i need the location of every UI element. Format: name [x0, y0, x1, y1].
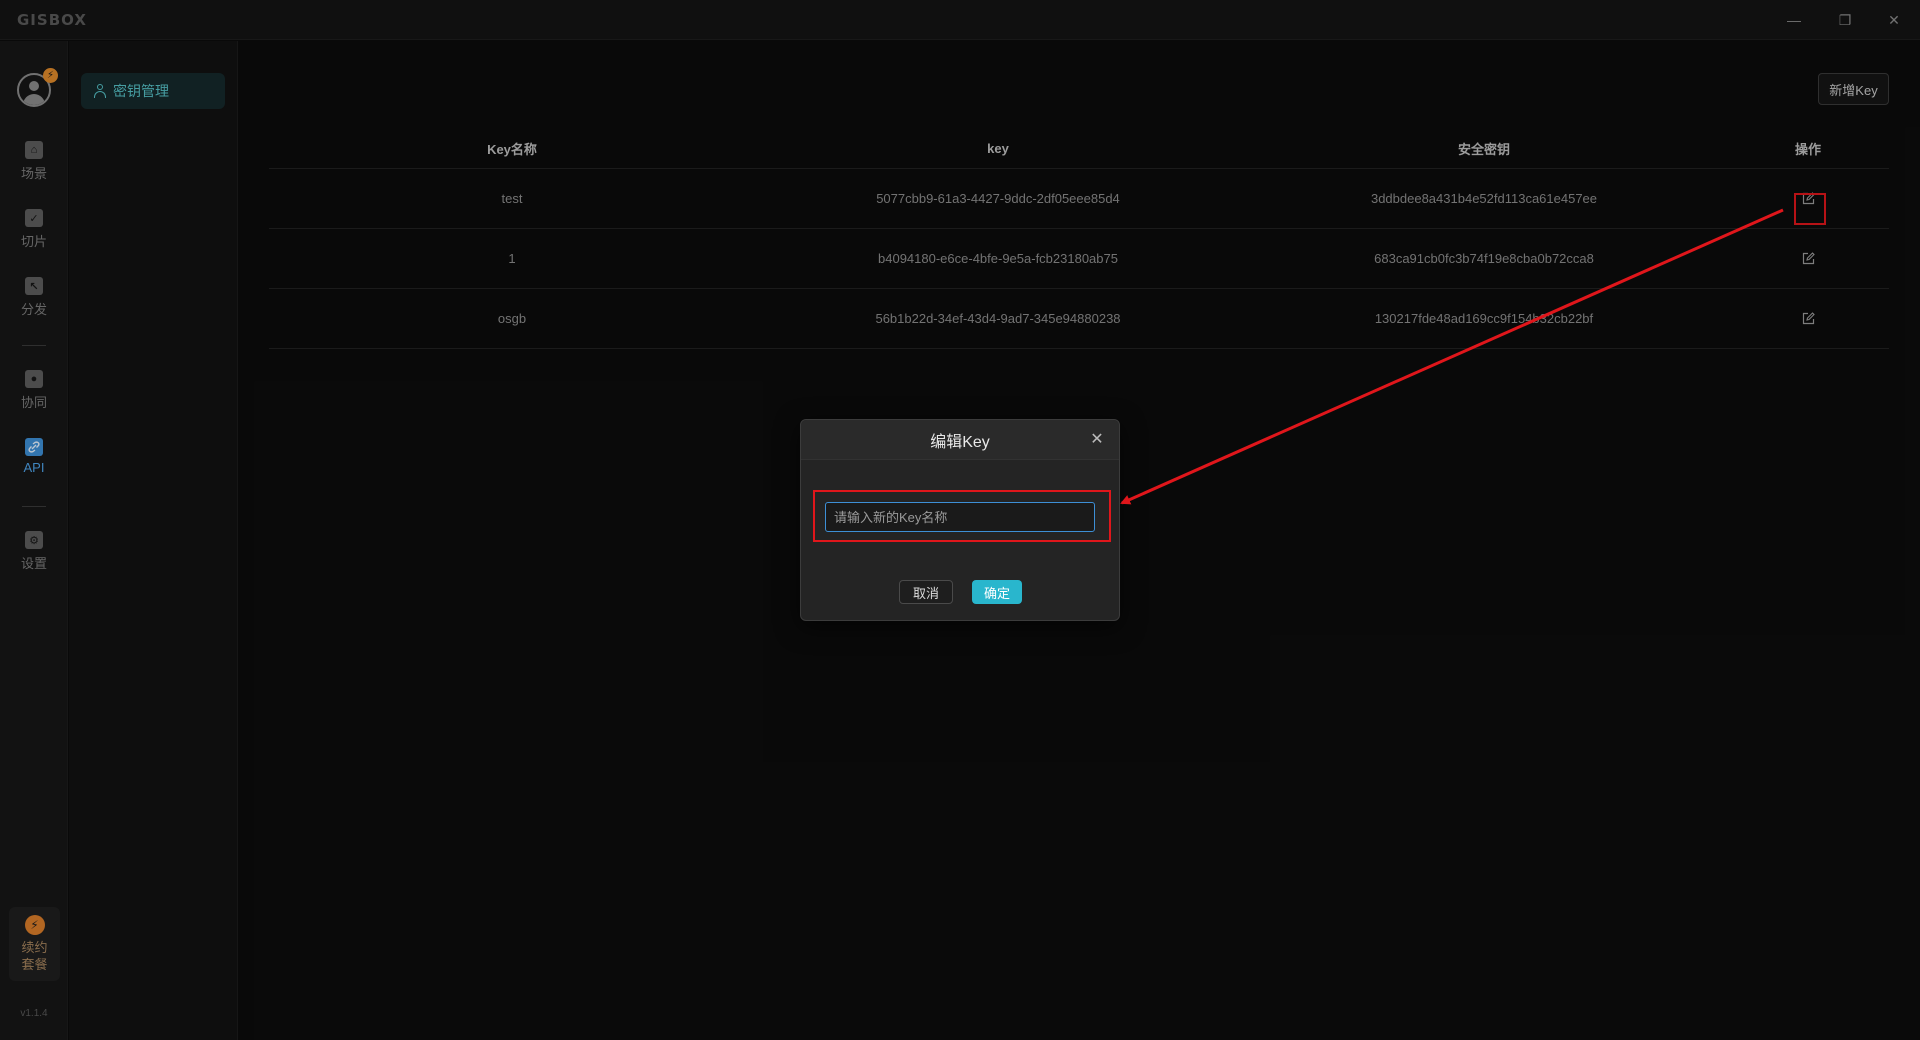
input-highlight: [813, 490, 1111, 542]
cancel-button[interactable]: 取消: [899, 580, 953, 604]
dialog-title: 编辑Key: [801, 420, 1119, 460]
app-window: GISBOX — ❐ ✕ ⚡ ⌂ 场景 ✓ 切片 ↖ 分发 ● 协同 API ⚙…: [0, 0, 1920, 1040]
close-icon[interactable]: ✕: [1087, 430, 1107, 450]
confirm-button[interactable]: 确定: [972, 580, 1022, 604]
